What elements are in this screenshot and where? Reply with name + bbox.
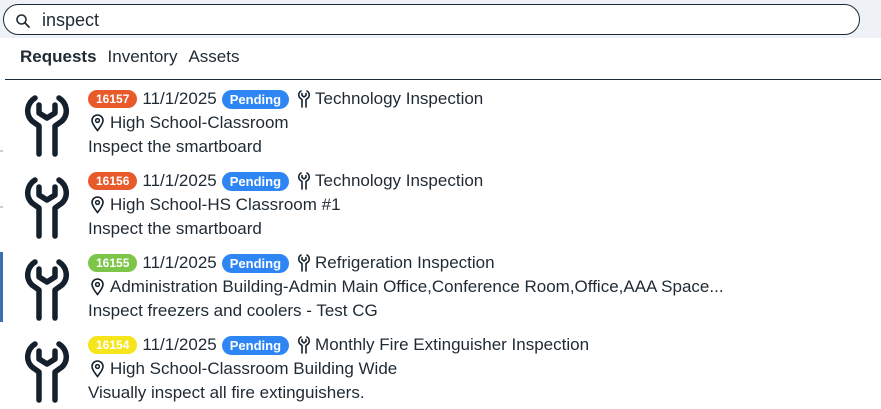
- results-list: 16157 11/1/2025 Pending Technology Inspe…: [0, 82, 881, 409]
- wrench-icon: [298, 336, 311, 354]
- wrench-icon: [298, 254, 311, 272]
- status-badge: Pending: [221, 89, 290, 109]
- result-tabs: Requests Inventory Assets: [20, 46, 240, 70]
- request-location: Administration Building-Admin Main Offic…: [110, 277, 724, 296]
- tab-assets[interactable]: Assets: [188, 46, 239, 70]
- request-description: Inspect the smartboard: [88, 219, 262, 238]
- status-badge: Pending: [221, 335, 290, 355]
- wrench-icon: [298, 90, 311, 108]
- request-type: Technology Inspection: [315, 89, 484, 108]
- wrench-icon: [298, 172, 311, 190]
- request-description: Inspect the smartboard: [88, 137, 262, 156]
- search-bar: [0, 0, 881, 38]
- request-date: 11/1/2025: [142, 253, 217, 272]
- tab-requests[interactable]: Requests: [20, 46, 97, 70]
- request-id-badge: 16157: [88, 90, 138, 108]
- request-location: High School-HS Classroom #1: [110, 195, 341, 214]
- request-location: High School-Classroom: [110, 113, 289, 132]
- request-id-badge: 16156: [88, 172, 138, 190]
- tab-inventory[interactable]: Inventory: [108, 46, 178, 70]
- request-type: Technology Inspection: [315, 171, 484, 190]
- search-box[interactable]: [3, 4, 860, 35]
- request-id-badge: 16155: [88, 254, 138, 272]
- location-pin-icon: [91, 278, 104, 296]
- search-icon: [16, 14, 30, 28]
- list-item[interactable]: 16156 11/1/2025 Pending Technology Inspe…: [0, 164, 881, 246]
- tab-divider: [5, 79, 881, 80]
- request-date: 11/1/2025: [142, 335, 217, 354]
- list-item[interactable]: 16157 11/1/2025 Pending Technology Inspe…: [0, 82, 881, 164]
- wrench-icon: [25, 95, 69, 157]
- list-item[interactable]: 16154 11/1/2025 Pending Monthly Fire Ext…: [0, 328, 881, 409]
- list-item[interactable]: 16155 11/1/2025 Pending Refrigeration In…: [0, 246, 881, 328]
- request-description: Visually inspect all fire extinguishers.: [88, 383, 365, 402]
- request-type: Refrigeration Inspection: [315, 253, 495, 272]
- location-pin-icon: [91, 114, 104, 132]
- location-pin-icon: [91, 196, 104, 214]
- request-id-badge: 16154: [88, 336, 138, 354]
- location-pin-icon: [91, 360, 104, 378]
- wrench-icon: [25, 259, 69, 321]
- status-badge: Pending: [221, 171, 290, 191]
- request-type: Monthly Fire Extinguisher Inspection: [315, 335, 590, 354]
- wrench-icon: [25, 177, 69, 239]
- search-input[interactable]: [42, 8, 842, 32]
- request-description: Inspect freezers and coolers - Test CG: [88, 301, 378, 320]
- request-location: High School-Classroom Building Wide: [110, 359, 398, 378]
- wrench-icon: [25, 341, 69, 403]
- request-date: 11/1/2025: [142, 171, 217, 190]
- request-date: 11/1/2025: [142, 89, 217, 108]
- status-badge: Pending: [221, 253, 290, 273]
